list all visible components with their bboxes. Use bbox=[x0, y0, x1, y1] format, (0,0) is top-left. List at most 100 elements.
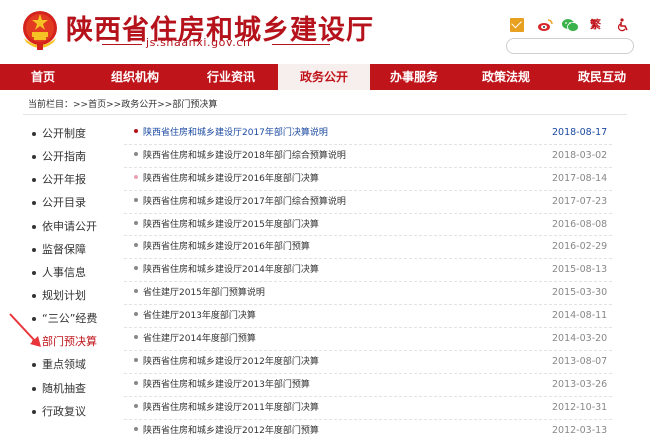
sidebar-item-label: 公开年报 bbox=[42, 173, 86, 187]
bullet-icon bbox=[32, 386, 36, 391]
list-item[interactable]: 陕西省住房和城乡建设厅2012年度部门决算 2013-08-07 bbox=[124, 351, 612, 374]
sidebar-item-label: 规划计划 bbox=[42, 288, 86, 302]
nav-item[interactable]: 政策法规 bbox=[458, 64, 554, 90]
nav-item[interactable]: 行业资讯 bbox=[184, 64, 278, 90]
list-item-title[interactable]: 陕西省住房和城乡建设厅2016年度部门决算 bbox=[143, 170, 319, 188]
sidebar-item-label: 部门预决算 bbox=[42, 335, 97, 349]
list-item-title[interactable]: 省住建厅2015年部门预算说明 bbox=[143, 284, 265, 302]
nav-item[interactable]: 政民互动 bbox=[554, 64, 650, 90]
sidebar-item[interactable]: 部门预决算 bbox=[28, 330, 118, 353]
breadcrumb-link[interactable]: 政务公开 bbox=[121, 100, 157, 110]
list-item-date: 2013-03-26 bbox=[552, 378, 608, 390]
sidebar-item-label: 公开目录 bbox=[42, 196, 86, 210]
bullet-icon bbox=[134, 174, 138, 179]
list-item[interactable]: 陕西省住房和城乡建设厅2017年部门决算说明 2018-08-17 bbox=[124, 122, 612, 145]
bullet-icon bbox=[32, 363, 36, 368]
list-item-title[interactable]: 陕西省住房和城乡建设厅2012年度部门预算 bbox=[143, 422, 319, 438]
bullet-icon bbox=[32, 155, 36, 160]
bullet-icon bbox=[134, 426, 138, 431]
national-emblem-icon[interactable] bbox=[20, 8, 60, 52]
list-item-date: 2015-03-30 bbox=[552, 287, 608, 299]
bullet-icon bbox=[134, 403, 138, 408]
list-item-title[interactable]: 陕西省住房和城乡建设厅2011年度部门决算 bbox=[143, 399, 319, 417]
breadcrumb-link[interactable]: 首页 bbox=[88, 100, 106, 110]
bullet-icon bbox=[134, 129, 138, 133]
list-item-title[interactable]: 省住建厅2014年度部门预算 bbox=[143, 330, 256, 348]
sidebar-item[interactable]: 监督保障 bbox=[28, 238, 118, 261]
list-item[interactable]: 省住建厅2014年度部门预算 2014-03-20 bbox=[124, 328, 612, 351]
bullet-icon bbox=[32, 409, 36, 414]
site-domain: js.shaanxi.gov.cn bbox=[146, 36, 251, 49]
list-item-date: 2018-08-17 bbox=[552, 127, 608, 138]
sidebar-item[interactable]: 公开指南 bbox=[28, 145, 118, 168]
bullet-icon bbox=[134, 220, 138, 225]
nav-item[interactable]: 组织机构 bbox=[86, 64, 184, 90]
breadcrumb-prefix: 当前栏目： bbox=[28, 100, 74, 110]
weibo-icon[interactable] bbox=[537, 18, 553, 32]
list-item-title[interactable]: 省住建厅2013年度部门决算 bbox=[143, 307, 256, 325]
accessibility-icon[interactable] bbox=[616, 18, 630, 32]
list-item[interactable]: 省住建厅2013年度部门决算 2014-08-11 bbox=[124, 305, 612, 329]
list-item-title[interactable]: 陕西省住房和城乡建设厅2015年度部门决算 bbox=[143, 216, 319, 234]
nav-item[interactable]: 政务公开 bbox=[278, 64, 370, 90]
domain-right-line bbox=[272, 44, 330, 45]
sidebar-item[interactable]: 公开年报 bbox=[28, 168, 118, 191]
breadcrumb: 当前栏目：>>首页>>政务公开>>部门预决算 bbox=[28, 97, 622, 110]
sidebar-item[interactable]: 行政复议 bbox=[28, 400, 118, 423]
search-input[interactable] bbox=[506, 38, 634, 54]
traditional-chinese-link[interactable]: 繁 bbox=[590, 18, 604, 32]
sidebar-item[interactable]: 公开目录 bbox=[28, 191, 118, 214]
sidebar-item-label: 人事信息 bbox=[42, 265, 86, 279]
site-header: 陕西省住房和城乡建设厅 js.shaanxi.gov.cn 繁 bbox=[0, 0, 650, 64]
bullet-icon bbox=[32, 224, 36, 229]
list-item-title[interactable]: 陕西省住房和城乡建设厅2017年部门决算说明 bbox=[143, 124, 328, 142]
bullet-icon bbox=[32, 293, 36, 298]
list-item-date: 2014-03-20 bbox=[552, 333, 608, 345]
bullet-icon bbox=[134, 289, 138, 294]
list-item[interactable]: 陕西省住房和城乡建设厅2012年度部门预算 2012-03-13 bbox=[124, 420, 612, 438]
sidebar-item[interactable]: 规划计划 bbox=[28, 284, 118, 307]
list-item[interactable]: 陕西省住房和城乡建设厅2015年度部门决算 2016-08-08 bbox=[124, 214, 612, 237]
sidebar-item[interactable]: 人事信息 bbox=[28, 261, 118, 284]
list-item[interactable]: 陕西省住房和城乡建设厅2013年部门预算 2013-03-26 bbox=[124, 374, 612, 397]
bullet-icon bbox=[134, 197, 138, 202]
bullet-icon bbox=[32, 270, 36, 275]
list-item[interactable]: 陕西省住房和城乡建设厅2014年度部门决算 2015-08-13 bbox=[124, 259, 612, 283]
sidebar-item-label: “三公”经费 bbox=[42, 312, 98, 326]
main-nav: 首页 组织机构 行业资讯 政务公开 办事服务 政策法规 政民互动 bbox=[0, 64, 650, 90]
list-item[interactable]: 陕西省住房和城乡建设厅2011年度部门决算 2012-10-31 bbox=[124, 397, 612, 420]
list-item-title[interactable]: 陕西省住房和城乡建设厅2017年部门综合预算说明 bbox=[143, 193, 346, 211]
breadcrumb-separator: >> bbox=[157, 100, 173, 110]
sidebar-item-label: 公开指南 bbox=[42, 150, 86, 164]
sidebar-item[interactable]: 重点领域 bbox=[28, 353, 118, 376]
list-item[interactable]: 陕西省住房和城乡建设厅2016年度部门决算 2017-08-14 bbox=[124, 168, 612, 191]
list-item-title[interactable]: 陕西省住房和城乡建设厅2018年部门综合预算说明 bbox=[143, 147, 346, 165]
wechat-icon[interactable] bbox=[562, 18, 579, 32]
sidebar-item[interactable]: 依申请公开 bbox=[28, 215, 118, 238]
sidebar-item[interactable]: “三公”经费 bbox=[28, 307, 118, 330]
list-item-title[interactable]: 陕西省住房和城乡建设厅2013年部门预算 bbox=[143, 376, 310, 394]
sidebar-item-label: 重点领域 bbox=[42, 358, 86, 372]
list-item-title[interactable]: 陕西省住房和城乡建设厅2016年部门预算 bbox=[143, 238, 310, 256]
nav-item[interactable]: 首页 bbox=[0, 64, 86, 90]
bullet-icon bbox=[134, 151, 138, 156]
bullet-icon bbox=[134, 380, 138, 385]
bullet-icon bbox=[32, 247, 36, 252]
email-icon[interactable] bbox=[510, 18, 524, 32]
list-item[interactable]: 陕西省住房和城乡建设厅2017年部门综合预算说明 2017-07-23 bbox=[124, 191, 612, 214]
site-domain-row: js.shaanxi.gov.cn bbox=[102, 36, 330, 52]
list-item[interactable]: 省住建厅2015年部门预算说明 2015-03-30 bbox=[124, 282, 612, 306]
list-item[interactable]: 陕西省住房和城乡建设厅2018年部门综合预算说明 2018-03-02 bbox=[124, 145, 612, 168]
list-item-title[interactable]: 陕西省住房和城乡建设厅2012年度部门决算 bbox=[143, 353, 319, 371]
nav-item[interactable]: 办事服务 bbox=[370, 64, 458, 90]
breadcrumb-link[interactable]: 部门预决算 bbox=[172, 100, 217, 110]
sidebar-menu: 公开制度公开指南公开年报公开目录依申请公开 监督保障人事信息规划计划 “三公”经费部… bbox=[28, 122, 118, 423]
domain-left-line bbox=[102, 44, 142, 45]
sidebar-item[interactable]: 公开制度 bbox=[28, 122, 118, 145]
sidebar-item[interactable]: 随机抽查 bbox=[28, 377, 118, 400]
list-item[interactable]: 陕西省住房和城乡建设厅2016年部门预算 2016-02-29 bbox=[124, 236, 612, 260]
list-item-title[interactable]: 陕西省住房和城乡建设厅2014年度部门决算 bbox=[143, 261, 319, 279]
list-item-date: 2016-08-08 bbox=[552, 218, 608, 230]
bullet-icon bbox=[134, 266, 138, 271]
list-item-date: 2015-08-13 bbox=[552, 264, 608, 276]
